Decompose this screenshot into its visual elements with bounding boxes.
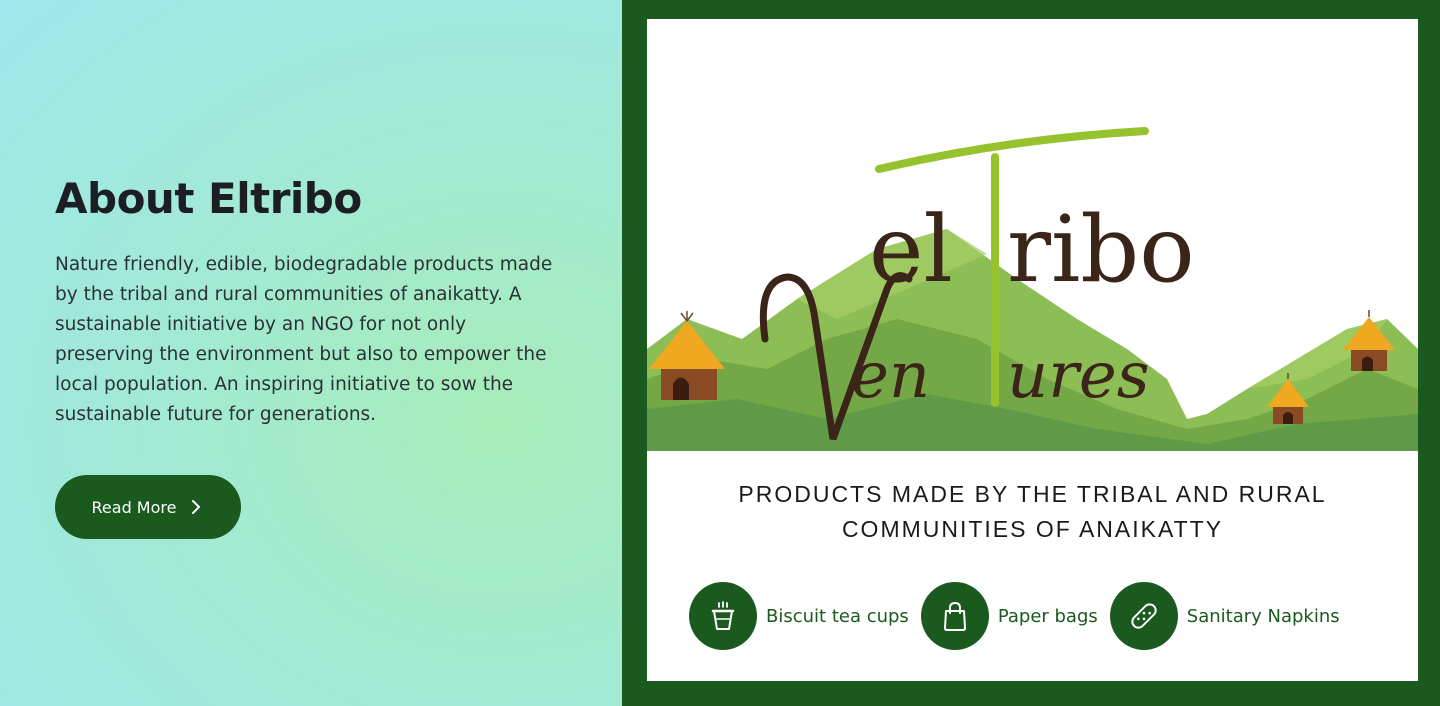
about-description: Nature friendly, edible, biodegradable p… xyxy=(55,254,553,425)
product-sanitary-napkins: Sanitary Napkins xyxy=(1109,582,1340,650)
brand-card: el ribo en ures PRODUCTS MADE BY THE TRI… xyxy=(647,19,1418,681)
product-label: Paper bags xyxy=(997,605,1098,627)
svg-text:ribo: ribo xyxy=(1007,196,1195,303)
bag-icon xyxy=(920,582,989,650)
napkin-icon xyxy=(1109,582,1178,650)
svg-text:ures: ures xyxy=(1007,339,1150,413)
product-list: Biscuit tea cups Paper bags Sanitary Nap… xyxy=(689,582,1352,650)
svg-text:el: el xyxy=(869,196,953,303)
tagline-line-2: COMMUNITIES OF ANAIKATTY xyxy=(841,516,1224,542)
svg-text:en: en xyxy=(851,339,930,413)
tagline-line-1: PRODUCTS MADE BY THE TRIBAL AND RURAL xyxy=(738,481,1327,507)
chevron-right-icon xyxy=(192,500,201,514)
read-more-button[interactable]: Read More xyxy=(55,475,241,539)
product-label: Sanitary Napkins xyxy=(1186,605,1340,627)
eltribo-ventures-logo: el ribo en ures xyxy=(647,127,1418,451)
brand-panel: el ribo en ures PRODUCTS MADE BY THE TRI… xyxy=(622,0,1440,706)
about-section: About Eltribo Nature friendly, edible, b… xyxy=(0,0,622,706)
logo-eltribo-text: el ribo xyxy=(869,196,1195,303)
product-label: Biscuit tea cups xyxy=(766,605,909,627)
product-biscuit-tea-cups: Biscuit tea cups xyxy=(689,582,909,650)
read-more-label: Read More xyxy=(91,497,177,517)
tagline: PRODUCTS MADE BY THE TRIBAL AND RURAL CO… xyxy=(647,477,1418,547)
product-paper-bags: Paper bags xyxy=(920,582,1098,650)
about-title: About Eltribo xyxy=(55,174,362,223)
cup-icon xyxy=(689,582,757,650)
